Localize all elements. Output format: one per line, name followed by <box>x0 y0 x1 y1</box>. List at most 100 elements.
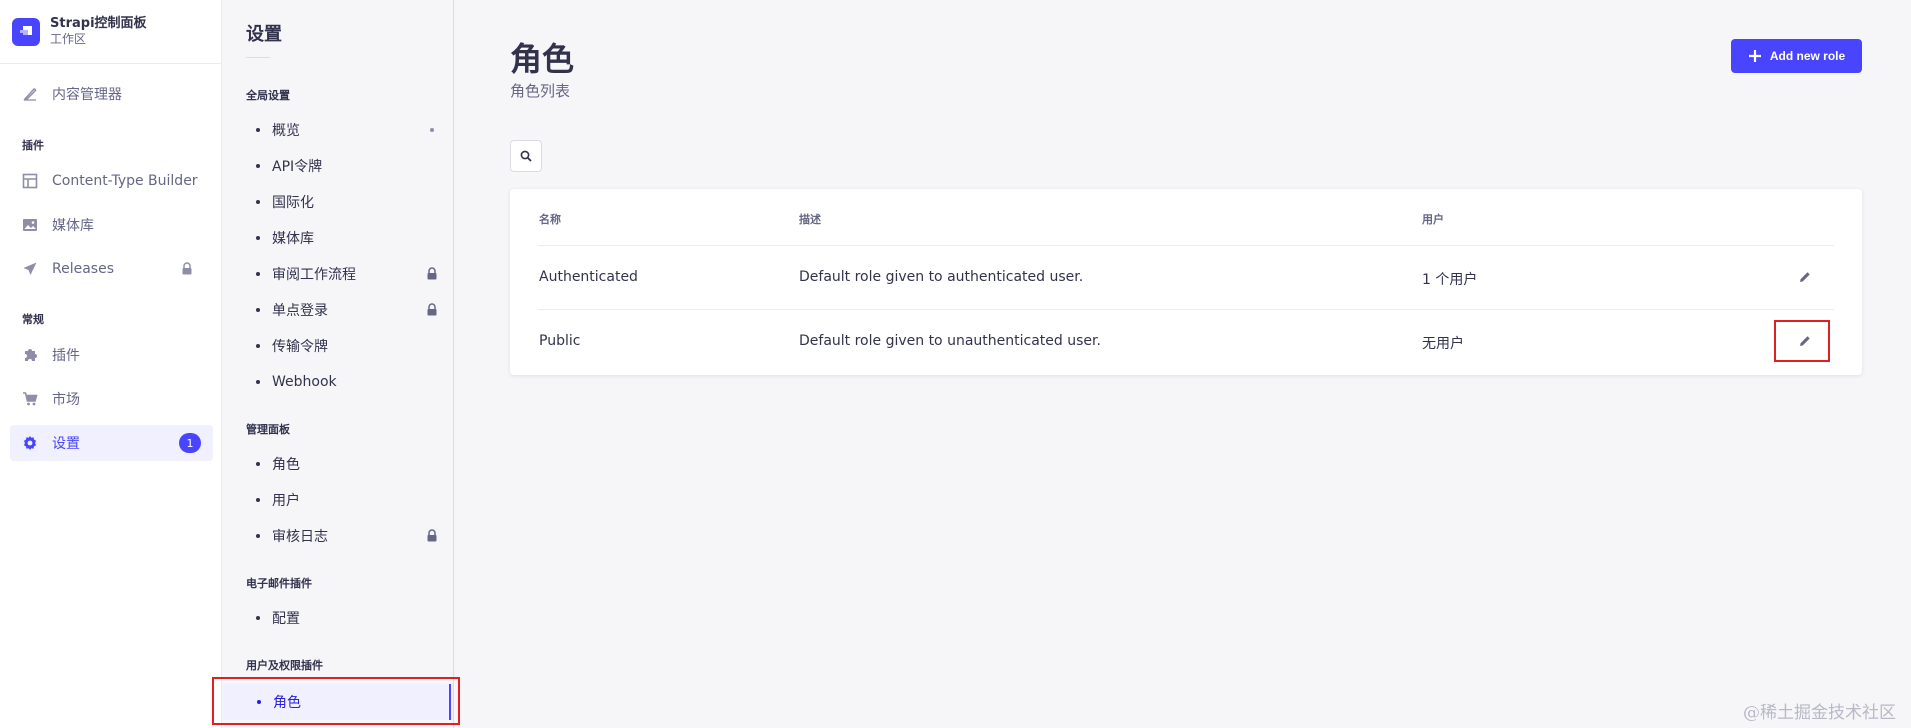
highlight-box <box>212 677 460 725</box>
role-description: Default role given to authenticated user… <box>799 269 1084 285</box>
bullet-icon <box>256 128 260 132</box>
nav-item-label: 媒体库 <box>52 218 94 234</box>
pencil-icon <box>1799 268 1811 287</box>
role-users: 1 个用户 <box>1422 272 1478 288</box>
lock-icon <box>181 262 193 279</box>
nav-item-content-type-builder[interactable]: Content-Type Builder <box>10 163 213 199</box>
subnav-item-transfer-tokens[interactable]: 传输令牌 <box>222 330 454 362</box>
subnav-item-media-library[interactable]: 媒体库 <box>222 222 454 254</box>
nav-item-settings[interactable]: 设置 1 <box>10 425 213 461</box>
subnav-item-label: 国际化 <box>272 195 314 211</box>
paper-plane-icon <box>22 261 38 277</box>
plus-icon <box>1748 49 1762 63</box>
subnav-item-webhook[interactable]: Webhook <box>222 366 454 398</box>
add-new-role-label: Add new role <box>1769 49 1846 63</box>
subnav-item-label: 审核日志 <box>272 529 328 545</box>
add-new-role-button[interactable]: Add new role <box>1731 39 1862 73</box>
search-button[interactable] <box>510 140 542 172</box>
brand[interactable]: Strapi控制面板 工作区 <box>0 0 221 64</box>
gear-icon <box>22 435 38 451</box>
bullet-icon <box>256 534 260 538</box>
nav-item-label: 插件 <box>52 348 80 364</box>
nav-item-content-manager[interactable]: 内容管理器 <box>10 76 213 112</box>
watermark: @稀土掘金技术社区 <box>1743 703 1896 723</box>
table-header-users: 用户 <box>1422 213 1444 226</box>
bullet-icon <box>256 164 260 168</box>
shopping-cart-icon <box>22 391 38 407</box>
nav-item-label: 市场 <box>52 392 80 408</box>
brand-title: Strapi控制面板 <box>50 15 147 31</box>
nav-section-plugins: 插件 <box>22 139 44 152</box>
subnav-item-label: 概览 <box>272 123 300 139</box>
subnav-item-email-config[interactable]: 配置 <box>222 602 454 634</box>
subnav-section-global: 全局设置 <box>246 89 290 102</box>
bullet-icon <box>256 236 260 240</box>
subnav-section-email: 电子邮件插件 <box>246 577 312 590</box>
table-divider <box>538 245 1834 246</box>
puzzle-icon <box>22 347 38 363</box>
settings-sub-nav: 设置 全局设置 概览 API令牌 国际化 媒体库 审阅工作流程 单点登录 传输令… <box>222 0 454 728</box>
subnav-item-label: 传输令牌 <box>272 339 328 355</box>
nav-item-media-library[interactable]: 媒体库 <box>10 207 213 243</box>
subnav-item-label: 媒体库 <box>272 231 314 247</box>
table-header-description: 描述 <box>799 213 821 226</box>
layout-icon <box>22 173 38 189</box>
bullet-icon <box>256 498 260 502</box>
indicator-dot-icon <box>430 128 434 132</box>
role-description: Default role given to unauthenticated us… <box>799 333 1101 349</box>
nav-item-label: 设置 <box>52 436 80 452</box>
edit-role-button[interactable] <box>1795 267 1815 287</box>
subnav-item-admin-users[interactable]: 用户 <box>222 484 454 516</box>
main-nav: Strapi控制面板 工作区 内容管理器 插件 Content-Type Bui… <box>0 0 222 728</box>
role-name: Authenticated <box>539 269 638 285</box>
nav-item-marketplace[interactable]: 市场 <box>10 381 213 417</box>
role-name: Public <box>539 333 581 349</box>
brand-subtitle: 工作区 <box>50 32 87 47</box>
subnav-item-i18n[interactable]: 国际化 <box>222 186 454 218</box>
bullet-icon <box>256 462 260 466</box>
subnav-item-label: 用户 <box>272 493 300 509</box>
table-header-name: 名称 <box>539 213 561 226</box>
bullet-icon <box>256 308 260 312</box>
bullet-icon <box>256 380 260 384</box>
nav-section-general: 常规 <box>22 313 44 326</box>
subnav-divider <box>246 57 270 58</box>
subnav-title: 设置 <box>246 24 282 45</box>
lock-icon <box>426 267 438 284</box>
role-users: 无用户 <box>1422 336 1464 352</box>
subnav-item-label: 单点登录 <box>272 303 328 319</box>
highlight-box <box>1774 320 1830 362</box>
lock-icon <box>426 303 438 320</box>
subnav-item-admin-roles[interactable]: 角色 <box>222 448 454 480</box>
search-icon <box>520 147 532 166</box>
bullet-icon <box>256 616 260 620</box>
subnav-section-users-permissions: 用户及权限插件 <box>246 659 323 672</box>
lock-icon <box>426 529 438 546</box>
nav-item-plugins[interactable]: 插件 <box>10 337 213 373</box>
table-divider <box>538 309 1834 310</box>
bullet-icon <box>256 344 260 348</box>
subnav-item-overview[interactable]: 概览 <box>222 114 454 146</box>
subnav-item-api-tokens[interactable]: API令牌 <box>222 150 454 182</box>
subnav-item-sso[interactable]: 单点登录 <box>222 294 454 326</box>
nav-item-label: Content-Type Builder <box>52 173 198 189</box>
page-title: 角色 <box>510 40 575 78</box>
roles-table: 名称 描述 用户 Authenticated Default role give… <box>510 189 1862 375</box>
subnav-item-label: Webhook <box>272 374 337 390</box>
bullet-icon <box>256 200 260 204</box>
page-subtitle: 角色列表 <box>510 82 571 100</box>
nav-item-label: Releases <box>52 261 114 277</box>
nav-item-releases[interactable]: Releases <box>10 251 213 287</box>
subnav-item-label: 审阅工作流程 <box>272 267 356 283</box>
subnav-item-audit-logs[interactable]: 审核日志 <box>222 520 454 552</box>
subnav-item-label: 角色 <box>272 457 300 473</box>
notification-badge: 1 <box>179 433 201 453</box>
subnav-item-label: 配置 <box>272 611 300 627</box>
nav-item-label: 内容管理器 <box>52 87 122 103</box>
bullet-icon <box>256 272 260 276</box>
subnav-item-review-workflows[interactable]: 审阅工作流程 <box>222 258 454 290</box>
subnav-item-label: API令牌 <box>272 159 323 175</box>
strapi-logo-icon <box>12 17 40 46</box>
image-icon <box>22 217 38 233</box>
feather-icon <box>22 86 38 102</box>
